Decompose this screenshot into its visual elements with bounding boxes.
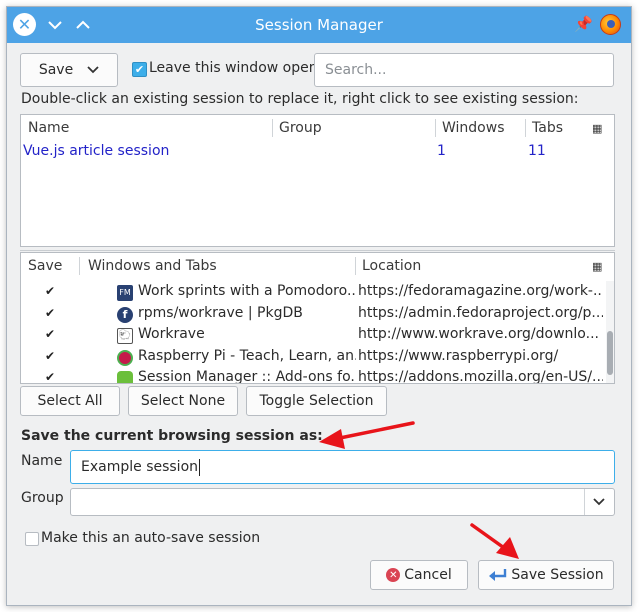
- session-manager-window: ✕ Session Manager 📌 Save ✔ Leave this wi…: [6, 6, 632, 606]
- annotation-arrow-icon: [470, 523, 519, 559]
- annotation-arrow-icon: [319, 421, 415, 449]
- annotation-arrows: [319, 421, 519, 559]
